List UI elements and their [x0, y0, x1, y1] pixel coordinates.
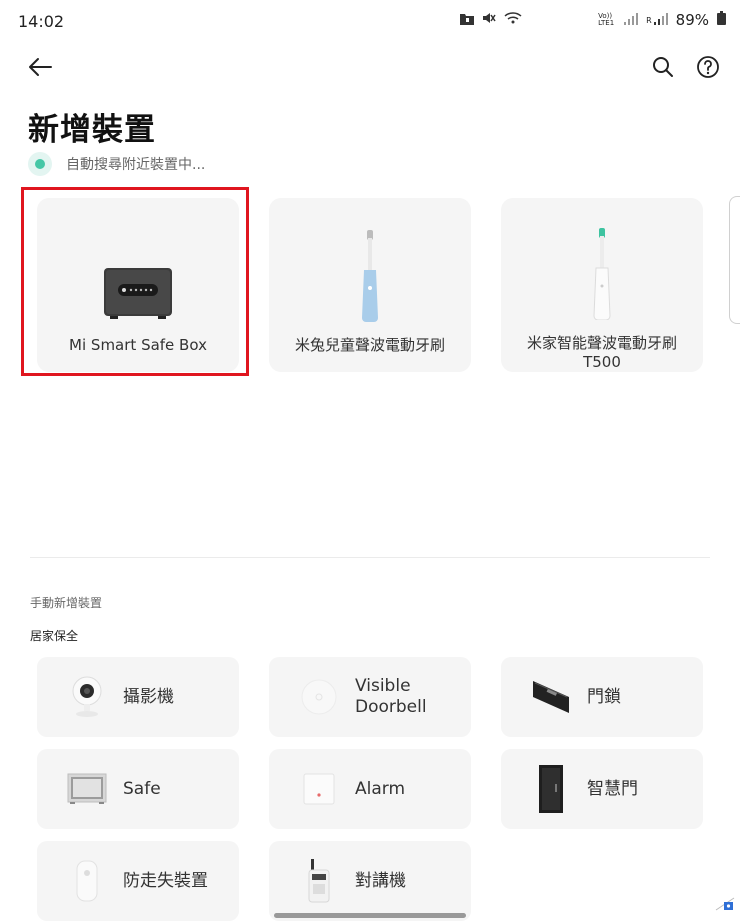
scan-status-row: 自動搜尋附近裝置中... [28, 152, 205, 176]
door-lock-icon [523, 669, 579, 725]
home-indicator[interactable] [274, 913, 466, 918]
camera-icon [59, 669, 115, 725]
folder-icon [460, 11, 475, 29]
discovered-device-card[interactable]: 米兔兒童聲波電動牙刷 [269, 198, 471, 372]
device-type-walkie-talkie[interactable]: 對講機 [269, 841, 471, 921]
back-button[interactable] [24, 51, 56, 83]
device-type-camera[interactable]: 攝影機 [37, 657, 239, 737]
device-type-label: Alarm [355, 778, 406, 799]
smart-door-icon [523, 761, 579, 817]
device-type-safe[interactable]: Safe [37, 749, 239, 829]
arrow-left-icon [29, 58, 52, 76]
status-time: 14:02 [18, 12, 65, 31]
scanning-indicator-icon [28, 152, 52, 176]
walkie-talkie-icon [291, 853, 347, 909]
page-title: 新增裝置 [28, 112, 156, 148]
signal-icon-2 [653, 11, 668, 29]
help-icon [697, 56, 719, 78]
lte-label: Vo)) LTE1 [598, 12, 615, 27]
device-type-label: 對講機 [355, 870, 406, 891]
mute-icon [482, 11, 496, 29]
anti-loss-icon [59, 853, 115, 909]
device-type-label: Visible Doorbell [355, 676, 427, 717]
device-type-label: 智慧門 [587, 778, 638, 799]
manual-add-title: 手動新增裝置 [30, 596, 103, 610]
signal-icon [624, 11, 639, 29]
doorbell-icon [291, 669, 347, 725]
device-type-smart-door[interactable]: 智慧門 [501, 749, 703, 829]
device-type-label: 防走失裝置 [123, 870, 208, 891]
side-scroll-handle[interactable] [729, 196, 740, 324]
device-type-anti-loss[interactable]: 防走失裝置 [37, 841, 239, 921]
device-type-label: 門鎖 [587, 686, 621, 707]
search-button[interactable] [647, 51, 679, 83]
selection-highlight [21, 187, 249, 376]
search-icon [653, 57, 673, 77]
device-type-label: 攝影機 [123, 686, 174, 707]
device-type-door-lock[interactable]: 門鎖 [501, 657, 703, 737]
help-button[interactable] [692, 51, 724, 83]
device-label: 米家智能聲波電動牙刷 T500 [526, 334, 677, 371]
toothbrush-blue-image [355, 222, 385, 322]
assistant-badge-icon[interactable] [714, 896, 736, 916]
device-type-doorbell[interactable]: Visible Doorbell [269, 657, 471, 737]
category-label: 居家保全 [30, 629, 79, 643]
device-type-alarm[interactable]: Alarm [269, 749, 471, 829]
toothbrush-white-image [587, 222, 617, 320]
status-icons: Vo)) LTE1 R 89% [460, 11, 726, 29]
safe-icon [59, 761, 115, 817]
alarm-icon [291, 761, 347, 817]
roaming-label: R [646, 15, 652, 25]
battery-icon [717, 11, 726, 29]
discovered-device-card[interactable]: 米家智能聲波電動牙刷 T500 [501, 198, 703, 372]
device-label: 米兔兒童聲波電動牙刷 [294, 336, 445, 354]
device-type-label: Safe [123, 778, 161, 799]
wifi-icon [504, 11, 522, 29]
battery-percent: 89% [675, 11, 709, 29]
scan-status-text: 自動搜尋附近裝置中... [66, 157, 206, 173]
section-divider [30, 557, 710, 558]
